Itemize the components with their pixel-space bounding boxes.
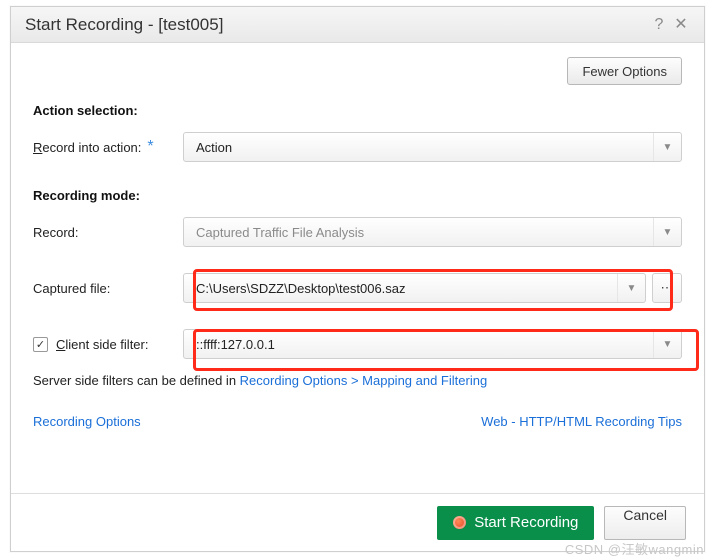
dialog-footer: Start Recording Cancel	[11, 493, 704, 551]
chevron-down-icon: ▼	[653, 330, 681, 358]
label-client-side-filter: ✓ Client side filter:	[33, 337, 183, 352]
close-icon[interactable]: ✕	[670, 7, 692, 43]
chevron-down-icon: ▼	[653, 133, 681, 161]
label-record: Record:	[33, 225, 183, 240]
titlebar: Start Recording - [test005] ? ✕	[11, 7, 704, 43]
mapping-and-filtering-link[interactable]: Recording Options > Mapping and Filterin…	[240, 373, 488, 388]
chevron-down-icon: ▼	[617, 274, 645, 302]
dialog-title: Start Recording - [test005]	[25, 7, 648, 43]
help-icon[interactable]: ?	[648, 7, 670, 43]
section-action-selection: Action selection:	[33, 103, 682, 118]
start-recording-button[interactable]: Start Recording	[437, 506, 594, 540]
label-captured-file: Captured file:	[33, 281, 183, 296]
captured-file-input[interactable]: C:\Users\SDZZ\Desktop\test006.saz ▼	[183, 273, 646, 303]
dialog-body: Fewer Options Action selection: Record i…	[11, 43, 704, 551]
browse-file-button[interactable]: ⋯	[652, 273, 682, 303]
start-recording-dialog: Start Recording - [test005] ? ✕ Fewer Op…	[10, 6, 705, 552]
record-mode-select[interactable]: Captured Traffic File Analysis ▼	[183, 217, 682, 247]
client-side-filter-select[interactable]: ::ffff:127.0.0.1 ▼	[183, 329, 682, 359]
cancel-button[interactable]: Cancel	[604, 506, 686, 540]
row-client-side-filter: ✓ Client side filter: ::ffff:127.0.0.1 ▼	[33, 329, 682, 359]
client-side-filter-checkbox[interactable]: ✓	[33, 337, 48, 352]
action-select[interactable]: Action ▼	[183, 132, 682, 162]
row-captured-file: Captured file: C:\Users\SDZZ\Desktop\tes…	[33, 273, 682, 303]
fewer-options-button[interactable]: Fewer Options	[567, 57, 682, 85]
recording-options-link[interactable]: Recording Options	[33, 414, 141, 429]
record-icon	[453, 516, 466, 529]
chevron-down-icon: ▼	[653, 218, 681, 246]
web-recording-tips-link[interactable]: Web - HTTP/HTML Recording Tips	[481, 414, 682, 429]
label-record-into-action: Record into action: *	[33, 138, 183, 156]
server-side-filters-note: Server side filters can be defined in Re…	[33, 373, 682, 388]
required-star-icon: *	[147, 138, 153, 156]
row-record-into-action: Record into action: * Action ▼	[33, 132, 682, 162]
row-record: Record: Captured Traffic File Analysis ▼	[33, 217, 682, 247]
section-recording-mode: Recording mode:	[33, 188, 682, 203]
check-icon: ✓	[36, 338, 45, 351]
ellipsis-icon: ⋯	[661, 280, 674, 296]
